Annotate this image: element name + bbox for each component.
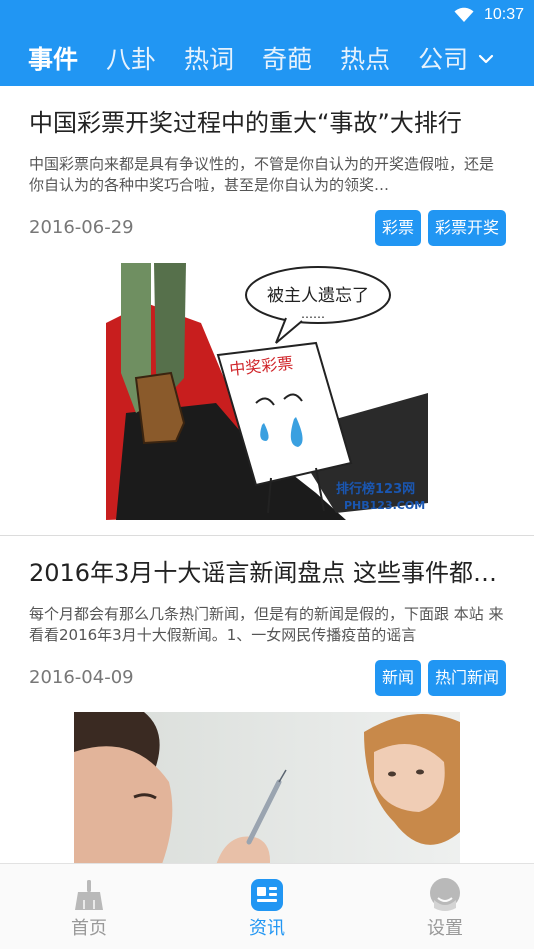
- nav-news[interactable]: 资讯: [178, 864, 356, 949]
- article-summary: 每个月都会有那么几条热门新闻，但是有的新闻是假的，下面跟 本站 来看看2016年…: [29, 605, 504, 644]
- article-date: 2016-04-09: [29, 667, 134, 688]
- article-tags: 新闻 热门新闻: [374, 660, 506, 696]
- tab-weird[interactable]: 奇葩: [262, 40, 312, 76]
- wifi-icon: [454, 7, 474, 22]
- article-card[interactable]: 2016年3月十大谣言新闻盘点 这些事件都是假的 每个月都会有那么几条热门新闻，…: [0, 536, 534, 863]
- watermark-en: PHB123.COM: [344, 499, 425, 512]
- nav-settings-label: 设置: [427, 918, 463, 939]
- article-card[interactable]: 中国彩票开奖过程中的重大“事故”大排行 中国彩票向来都是具有争议性的，不管是你自…: [0, 86, 534, 535]
- tab-hot-spots[interactable]: 热点: [340, 40, 390, 76]
- article-feed[interactable]: 中国彩票开奖过程中的重大“事故”大排行 中国彩票向来都是具有争议性的，不管是你自…: [0, 86, 534, 863]
- tag-lottery[interactable]: 彩票: [374, 210, 421, 246]
- bottom-nav: 首页 资讯 设置: [0, 863, 534, 949]
- chevron-down-icon[interactable]: [478, 51, 494, 67]
- status-bar: 10:37: [0, 0, 534, 30]
- category-tabs: 事件 八卦 热词 奇葩 热点 公司: [0, 30, 534, 86]
- tab-events[interactable]: 事件: [28, 40, 78, 76]
- broom-icon: [75, 880, 103, 910]
- article-title[interactable]: 2016年3月十大谣言新闻盘点 这些事件都是假的: [29, 553, 505, 588]
- bubble-dots: ……: [301, 307, 325, 321]
- tab-companies[interactable]: 公司: [418, 40, 494, 76]
- nav-home-label: 首页: [71, 918, 107, 939]
- article-date: 2016-06-29: [29, 217, 134, 238]
- tab-gossip[interactable]: 八卦: [106, 40, 156, 76]
- bubble-text: 被主人遗忘了: [267, 286, 369, 306]
- tab-companies-label: 公司: [418, 45, 469, 74]
- watermark-cn: 排行榜123网: [336, 481, 415, 497]
- nav-home[interactable]: 首页: [0, 864, 178, 949]
- article-summary: 中国彩票向来都是具有争议性的，不管是你自认为的开奖造假啦，还是你自认为的各种中奖…: [29, 155, 495, 194]
- tab-hot-words[interactable]: 热词: [184, 40, 234, 76]
- article-title[interactable]: 中国彩票开奖过程中的重大“事故”大排行: [29, 103, 505, 138]
- news-icon: [251, 879, 283, 911]
- nav-news-label: 资讯: [249, 918, 285, 939]
- vaccine-photo-image[interactable]: [74, 712, 460, 863]
- article-tags: 彩票 彩票开奖: [374, 210, 506, 246]
- lottery-cartoon-image[interactable]: 被主人遗忘了 …… 中奖彩票 排行榜123网 PHB123.COM: [106, 263, 428, 520]
- status-time: 10:37: [483, 6, 524, 23]
- tag-hot-news[interactable]: 热门新闻: [427, 660, 506, 696]
- face-icon: [430, 878, 460, 911]
- tag-news[interactable]: 新闻: [374, 660, 421, 696]
- nav-settings[interactable]: 设置: [356, 864, 534, 949]
- tag-lottery-draw[interactable]: 彩票开奖: [427, 210, 506, 246]
